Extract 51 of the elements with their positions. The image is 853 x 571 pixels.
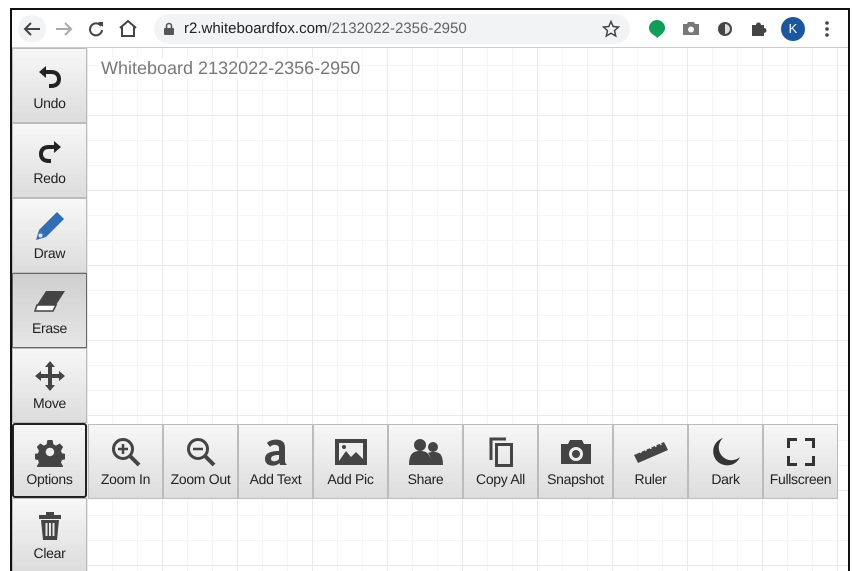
clear-button[interactable]: Clear (12, 498, 87, 571)
framed-picture-icon (334, 438, 368, 466)
undo-button[interactable]: Undo (12, 48, 87, 123)
ruler-button[interactable]: Ruler (613, 424, 688, 499)
options-button[interactable]: Options (12, 423, 87, 498)
camera-icon (560, 439, 592, 465)
redo-icon (36, 138, 62, 164)
trash-icon (38, 512, 62, 540)
snapshot-button[interactable]: Snapshot (538, 424, 613, 499)
reload-icon (88, 20, 104, 36)
zoom-in-icon (110, 437, 140, 467)
moon-icon (710, 437, 740, 467)
address-bar[interactable]: r2.whiteboardfox.com/2132022-2356-2950 (154, 14, 630, 44)
zoom-out-icon (186, 437, 216, 467)
zoomout-button[interactable]: Zoom Out (163, 424, 238, 499)
redo-button[interactable]: Redo (12, 123, 87, 198)
move-button[interactable]: Move (12, 348, 87, 423)
fullscreen-icon (786, 438, 814, 466)
fullscreen-button[interactable]: Fullscreen (763, 424, 838, 499)
url-text: r2.whiteboardfox.com/2132022-2356-2950 (184, 20, 468, 37)
forward-arrow-icon (55, 20, 73, 36)
draw-button[interactable]: Draw (12, 198, 87, 273)
camera-icon[interactable] (682, 21, 700, 36)
profile-avatar[interactable]: K (781, 16, 805, 40)
people-icon (408, 438, 442, 466)
star-icon[interactable] (602, 20, 620, 38)
puzzle-icon[interactable] (750, 20, 768, 38)
zoomin-button[interactable]: Zoom In (88, 424, 163, 499)
ruler-icon (632, 440, 668, 464)
letter-a-icon (262, 437, 288, 467)
pencil-icon (34, 211, 64, 241)
undo-icon (36, 63, 62, 89)
add-pic-button[interactable]: Add Pic (313, 424, 388, 499)
dark-button[interactable]: Dark (688, 424, 763, 499)
erase-button[interactable]: Erase (12, 273, 87, 348)
whiteboard-title: Whiteboard 2132022-2356-2950 (99, 58, 362, 79)
gear-icon (34, 437, 64, 467)
add-text-button[interactable]: Add Text (238, 424, 313, 499)
whiteboard-canvas[interactable]: Whiteboard 2132022-2356-2950 Zoom In Zoom Out Add Text Add Pic Share Copy All Snapshot Ruler Dark Fullscreen (87, 48, 848, 571)
eraser-icon (34, 290, 66, 312)
back-arrow-icon (23, 20, 41, 36)
lock-icon (164, 22, 174, 35)
speech-drop-icon[interactable] (648, 18, 666, 38)
back-button[interactable] (18, 14, 46, 42)
copy-icon (488, 436, 514, 468)
move-icon (34, 360, 66, 392)
share-button[interactable]: Share (388, 424, 463, 499)
home-icon (119, 20, 137, 37)
circle-icon[interactable] (717, 20, 733, 36)
menu-icon[interactable] (825, 20, 829, 36)
copy-button[interactable]: Copy All (463, 424, 538, 499)
